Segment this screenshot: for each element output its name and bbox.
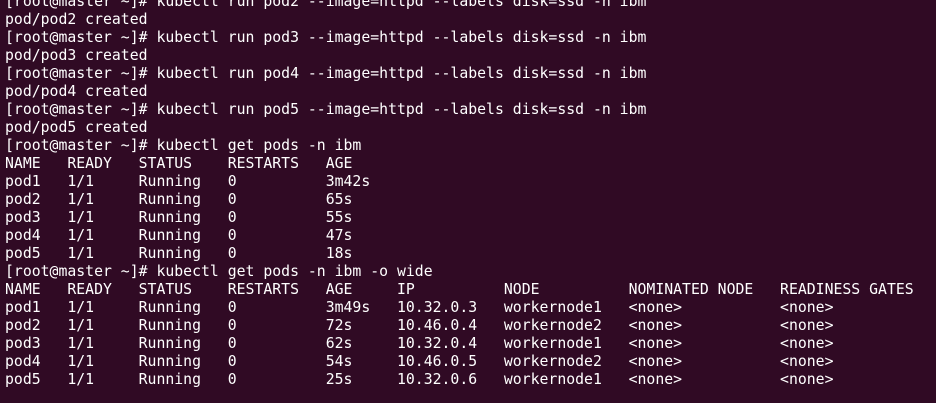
command-line: [root@master ~]# kubectl run pod5 --imag… [5, 101, 647, 118]
table-header: NAME READY STATUS RESTARTS AGE [5, 155, 353, 172]
command-line: [root@master ~]# kubectl get pods -n ibm [5, 137, 362, 154]
table-row: pod2 1/1 Running 0 65s [5, 191, 353, 208]
command-line: [root@master ~]# kubectl get pods -n ibm… [5, 263, 433, 280]
table-row: pod1 1/1 Running 0 3m42s [5, 173, 371, 190]
table-row: pod4 1/1 Running 0 54s 10.46.0.5 workern… [5, 353, 834, 370]
output-line: pod/pod2 created [5, 11, 148, 28]
table-row: pod5 1/1 Running 0 25s 10.32.0.6 workern… [5, 371, 834, 388]
output-line: pod/pod4 created [5, 83, 148, 100]
table-row: pod3 1/1 Running 0 55s [5, 209, 353, 226]
table-row: pod4 1/1 Running 0 47s [5, 227, 353, 244]
table-row: pod5 1/1 Running 0 18s [5, 245, 353, 262]
output-line: pod/pod3 created [5, 47, 148, 64]
table-row: pod3 1/1 Running 0 62s 10.32.0.4 workern… [5, 335, 834, 352]
table-header: NAME READY STATUS RESTARTS AGE IP NODE N… [5, 281, 914, 298]
command-line: [root@master ~]# kubectl run pod2 --imag… [5, 0, 647, 10]
output-line: pod/pod5 created [5, 119, 148, 136]
command-line: [root@master ~]# kubectl run pod4 --imag… [5, 65, 647, 82]
terminal-window[interactable]: [root@master ~]# kubectl run pod2 --imag… [0, 0, 936, 403]
table-row: pod2 1/1 Running 0 72s 10.46.0.4 workern… [5, 317, 834, 334]
table-row: pod1 1/1 Running 0 3m49s 10.32.0.3 worke… [5, 299, 834, 316]
command-line: [root@master ~]# kubectl run pod3 --imag… [5, 29, 647, 46]
terminal-output: [root@master ~]# kubectl run pod2 --imag… [5, 0, 914, 389]
